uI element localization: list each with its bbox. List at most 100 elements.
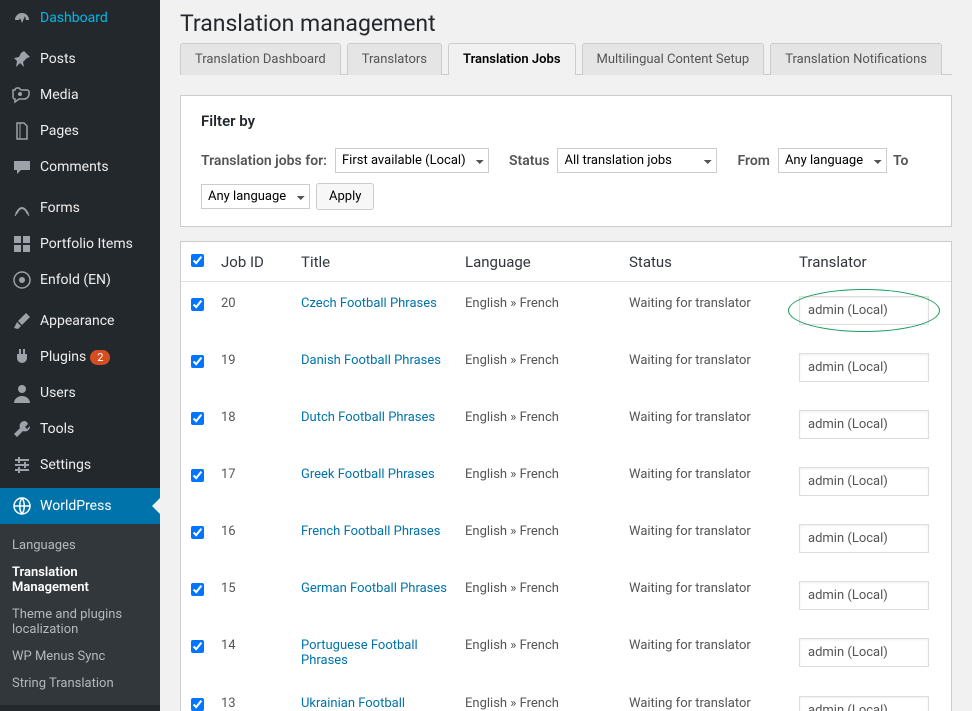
job-title-link[interactable]: Dutch Football Phrases [301, 410, 435, 425]
sidebar-item-label: Tools [40, 421, 74, 437]
cell-language: English » French [457, 396, 621, 453]
sidebar-sub-languages[interactable]: Languages [0, 532, 160, 559]
cell-translator: admin (Local) [791, 396, 951, 453]
sidebar-item-label: Plugins [40, 349, 86, 365]
row-checkbox[interactable] [191, 526, 204, 539]
cell-title: Dutch Football Phrases [293, 396, 457, 453]
cell-title: Portuguese Football Phrases [293, 624, 457, 682]
sidebar-item-enfold-en-[interactable]: Enfold (EN) [0, 262, 160, 298]
sidebar-item-plugins[interactable]: Plugins 2 [0, 339, 160, 375]
sidebar-sub-theme-and-plugins-localization[interactable]: Theme and plugins localization [0, 601, 160, 643]
tab-translation-jobs[interactable]: Translation Jobs [448, 43, 575, 75]
sidebar-item-users[interactable]: Users [0, 375, 160, 411]
tab-translators[interactable]: Translators [347, 43, 442, 75]
job-title-link[interactable]: French Football Phrases [301, 524, 441, 539]
table-row: 18Dutch Football PhrasesEnglish » French… [181, 396, 951, 453]
row-checkbox[interactable] [191, 640, 204, 653]
cell-status: Waiting for translator [621, 453, 791, 510]
cell-jobid: 19 [213, 339, 293, 396]
sidebar-item-comments[interactable]: Comments [0, 149, 160, 185]
update-badge: 2 [90, 350, 110, 365]
jobs-for-label: Translation jobs for: [201, 153, 327, 169]
sidebar-item-label: Enfold (EN) [40, 272, 111, 288]
cell-translator: admin (Local) [791, 453, 951, 510]
translator-select[interactable]: admin (Local) [799, 638, 929, 667]
job-title-link[interactable]: Ukrainian Football Phrases [301, 696, 405, 711]
sidebar-sub-translation-management[interactable]: Translation Management [0, 559, 160, 601]
sidebar-item-label: Appearance [40, 313, 114, 329]
settings-icon [12, 455, 32, 475]
cell-translator: admin (Local) [791, 567, 951, 624]
row-checkbox[interactable] [191, 298, 204, 311]
media-icon [12, 85, 32, 105]
col-jobid: Job ID [213, 242, 293, 282]
sidebar-sub-wp-menus-sync[interactable]: WP Menus Sync [0, 643, 160, 670]
job-title-link[interactable]: German Football Phrases [301, 581, 447, 596]
page-icon [12, 121, 32, 141]
sidebar-item-dashboard[interactable]: Dashboard [0, 0, 160, 36]
status-label: Status [509, 153, 549, 169]
sidebar-item-posts[interactable]: Posts [0, 41, 160, 77]
tab-multilingual-content-setup[interactable]: Multilingual Content Setup [582, 43, 765, 75]
translator-select[interactable]: admin (Local) [799, 410, 929, 439]
sidebar-item-worldpress[interactable]: WorldPress [0, 488, 160, 524]
row-checkbox[interactable] [191, 583, 204, 596]
job-title-link[interactable]: Czech Football Phrases [301, 296, 437, 311]
cell-status: Waiting for translator [621, 567, 791, 624]
sidebar-item-label: Posts [40, 51, 76, 67]
sidebar-item-label: Dashboard [40, 10, 108, 26]
to-select[interactable]: Any language [201, 184, 310, 209]
translator-select[interactable]: admin (Local) [799, 296, 929, 325]
tab-translation-notifications[interactable]: Translation Notifications [770, 43, 942, 75]
jobs-table-wrap: Job ID Title Language Status Translator … [180, 241, 952, 711]
from-label: From [737, 153, 769, 169]
table-row: 15German Football PhrasesEnglish » Frenc… [181, 567, 951, 624]
sidebar-item-pages[interactable]: Pages [0, 113, 160, 149]
table-row: 14Portuguese Football PhrasesEnglish » F… [181, 624, 951, 682]
cell-title: Czech Football Phrases [293, 282, 457, 340]
apply-button[interactable]: Apply [316, 183, 374, 210]
row-checkbox[interactable] [191, 698, 204, 711]
sidebar-item-label: Users [40, 385, 76, 401]
job-title-link[interactable]: Danish Football Phrases [301, 353, 441, 368]
jobs-for-select[interactable]: First available (Local) [335, 148, 489, 173]
cell-status: Waiting for translator [621, 682, 791, 711]
tab-translation-dashboard[interactable]: Translation Dashboard [180, 43, 341, 75]
table-row: 13Ukrainian Football PhrasesEnglish » Fr… [181, 682, 951, 711]
translator-select[interactable]: admin (Local) [799, 467, 929, 496]
sidebar-item-appearance[interactable]: Appearance [0, 303, 160, 339]
row-checkbox[interactable] [191, 412, 204, 425]
main-content: Translation management Translation Dashb… [160, 0, 972, 711]
cell-language: English » French [457, 282, 621, 340]
cell-jobid: 13 [213, 682, 293, 711]
cell-jobid: 16 [213, 510, 293, 567]
from-select[interactable]: Any language [778, 148, 887, 173]
cell-title: Greek Football Phrases [293, 453, 457, 510]
sidebar-item-settings[interactable]: Settings [0, 447, 160, 483]
row-checkbox[interactable] [191, 355, 204, 368]
translator-select[interactable]: admin (Local) [799, 581, 929, 610]
admin-sidebar: Dashboard Posts MediaPagesComments FormsPor… [0, 0, 160, 711]
sidebar-item-tools[interactable]: Tools [0, 411, 160, 447]
col-title: Title [293, 242, 457, 282]
job-title-link[interactable]: Portuguese Football Phrases [301, 638, 418, 668]
col-status: Status [621, 242, 791, 282]
translator-select[interactable]: admin (Local) [799, 524, 929, 553]
cell-translator: admin (Local) [791, 624, 951, 682]
sidebar-item-portfolio-items[interactable]: Portfolio Items [0, 226, 160, 262]
status-select[interactable]: All translation jobs [557, 148, 717, 173]
filter-title: Filter by [201, 112, 931, 130]
sidebar-sub-string-translation[interactable]: String Translation [0, 670, 160, 697]
cell-translator: admin (Local) [791, 339, 951, 396]
row-checkbox[interactable] [191, 469, 204, 482]
translator-select[interactable]: admin (Local) [799, 353, 929, 382]
to-label: To [893, 153, 908, 169]
cell-language: English » French [457, 624, 621, 682]
jobs-table: Job ID Title Language Status Translator … [181, 242, 951, 711]
sidebar-item-media[interactable]: Media [0, 77, 160, 113]
job-title-link[interactable]: Greek Football Phrases [301, 467, 435, 482]
select-all-checkbox[interactable] [191, 254, 204, 267]
sidebar-item-forms[interactable]: Forms [0, 190, 160, 226]
translator-select[interactable]: admin (Local) [799, 696, 929, 711]
tool-icon [12, 419, 32, 439]
